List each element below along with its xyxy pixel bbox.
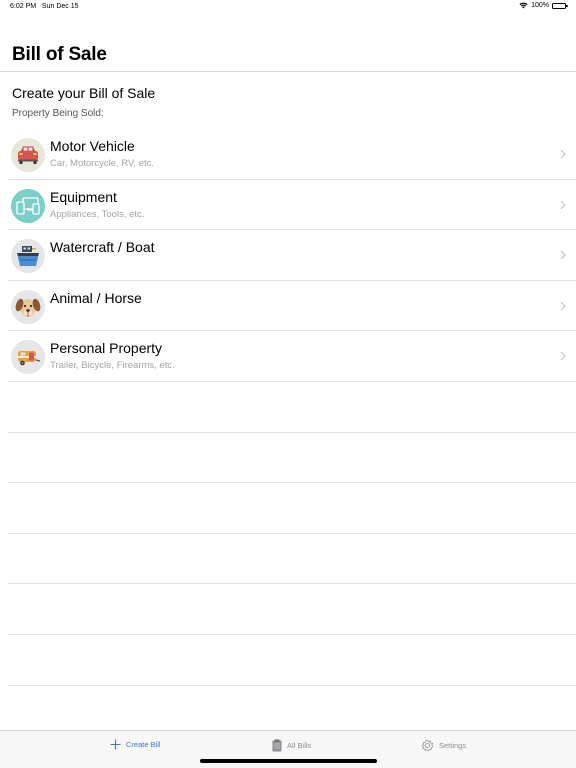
list-item-watercraft[interactable]: Watercraft / Boat bbox=[0, 230, 576, 281]
list-item-personal-property[interactable]: Personal Property Trailer, Bicycle, Fire… bbox=[0, 331, 576, 382]
chevron-right-icon bbox=[560, 149, 566, 159]
empty-rows bbox=[0, 382, 576, 686]
item-subtitle: Car, Motorcycle, RV, etc. bbox=[50, 158, 155, 169]
property-list: Motor Vehicle Car, Motorcycle, RV, etc. … bbox=[0, 129, 576, 382]
clipboard-icon bbox=[272, 739, 282, 752]
battery-percent: 100% bbox=[531, 2, 549, 9]
empty-row bbox=[0, 382, 576, 433]
devices-icon bbox=[11, 188, 45, 223]
status-bar: 6:02 PM Sun Dec 15 100% bbox=[0, 0, 576, 14]
empty-row bbox=[0, 433, 576, 484]
wifi-icon bbox=[519, 2, 528, 9]
tab-settings[interactable]: Settings bbox=[421, 739, 466, 752]
tab-label: Create Bill bbox=[126, 740, 161, 749]
list-item-motor-vehicle[interactable]: Motor Vehicle Car, Motorcycle, RV, etc. bbox=[0, 129, 576, 180]
empty-row bbox=[0, 483, 576, 534]
item-subtitle: Trailer, Bicycle, Firearms, etc. bbox=[50, 360, 175, 372]
page-title: Bill of Sale bbox=[12, 44, 107, 65]
chevron-right-icon bbox=[560, 200, 566, 210]
section-subtitle: Property Being Sold: bbox=[12, 108, 104, 119]
empty-row bbox=[0, 534, 576, 585]
status-time: 6:02 PM Sun Dec 15 bbox=[10, 3, 79, 10]
tab-label: All Bills bbox=[287, 741, 312, 750]
car-icon bbox=[11, 138, 45, 172]
item-title: Motor Vehicle bbox=[50, 138, 135, 154]
boat-icon bbox=[11, 239, 45, 274]
tab-create-bill[interactable]: Create Bill bbox=[110, 739, 161, 750]
chevron-right-icon bbox=[560, 351, 566, 361]
chevron-right-icon bbox=[560, 250, 566, 260]
dog-icon bbox=[11, 289, 45, 324]
home-indicator[interactable] bbox=[200, 759, 377, 763]
item-title: Equipment bbox=[50, 188, 117, 205]
list-item-animal[interactable]: Animal / Horse bbox=[0, 281, 576, 332]
battery-icon bbox=[552, 2, 568, 9]
status-right: 100% bbox=[519, 2, 568, 9]
tab-all-bills[interactable]: All Bills bbox=[272, 739, 311, 752]
status-date-text: Sun Dec 15 bbox=[41, 3, 79, 10]
item-title: Personal Property bbox=[50, 340, 163, 357]
list-item-equipment[interactable]: Equipment Appliances, Tools, etc. bbox=[0, 180, 576, 231]
nav-divider bbox=[0, 71, 576, 72]
empty-row bbox=[0, 584, 576, 635]
plus-icon bbox=[110, 739, 121, 750]
item-subtitle: Appliances, Tools, etc. bbox=[50, 208, 145, 220]
chevron-right-icon bbox=[560, 301, 566, 311]
empty-row bbox=[0, 635, 576, 686]
gear-icon bbox=[421, 739, 434, 752]
item-title: Animal / Horse bbox=[50, 289, 142, 306]
status-time-text: 6:02 PM bbox=[10, 3, 37, 10]
trailer-icon bbox=[11, 340, 45, 375]
section-title: Create your Bill of Sale bbox=[12, 85, 156, 101]
tab-label: Settings bbox=[439, 741, 467, 750]
item-title: Watercraft / Boat bbox=[50, 239, 155, 256]
row-divider bbox=[8, 684, 576, 686]
